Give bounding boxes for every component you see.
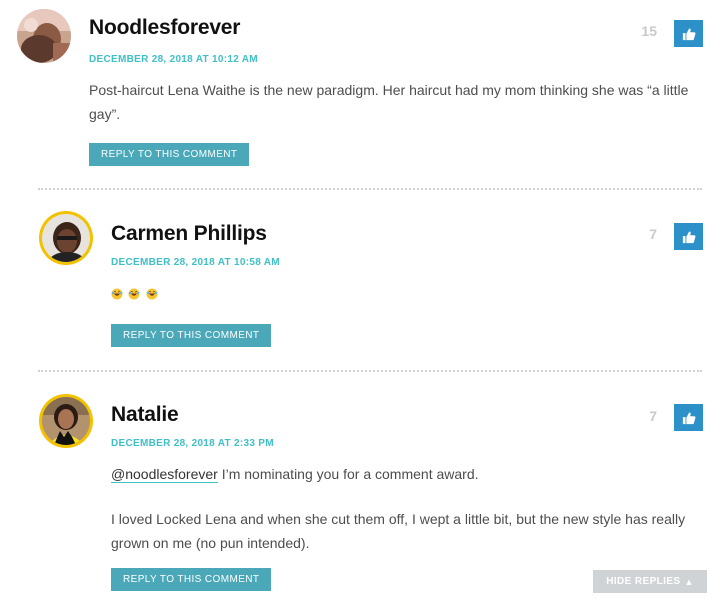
hide-replies-button[interactable]: Hide Replies ▲	[593, 570, 707, 593]
comment-author[interactable]: Natalie	[111, 403, 179, 427]
like-count: 7	[649, 408, 657, 424]
comment-body: @noodlesforever I’m nominating you for a…	[111, 462, 706, 563]
comment-noodlesforever: Noodlesforever December 28, 2018 at 10:1…	[0, 0, 721, 190]
avatar-image	[42, 397, 90, 445]
comment-paragraph: Post-haircut Lena Waithe is the new para…	[89, 82, 689, 122]
reply-button[interactable]: Reply to this comment	[111, 324, 272, 347]
laughing-emoji-icon	[146, 286, 160, 300]
emoji-row	[111, 281, 411, 305]
comment-carmen-phillips: Carmen Phillips December 28, 2018 at 10:…	[0, 190, 721, 370]
thumbs-up-icon	[682, 231, 695, 243]
avatar[interactable]	[39, 211, 93, 265]
comment-text: I’m nominating you for a comment award.	[217, 466, 479, 482]
comment-author[interactable]: Noodlesforever	[89, 16, 240, 40]
thumbs-up-icon	[682, 28, 695, 40]
laughing-emoji-icon	[111, 286, 128, 300]
mention-link[interactable]: @noodlesforever	[111, 466, 218, 483]
like-count: 7	[649, 226, 657, 242]
comment-paragraph: @noodlesforever I’m nominating you for a…	[111, 462, 706, 486]
comment-date[interactable]: December 28, 2018 at 2:33 PM	[111, 438, 274, 449]
avatar-image	[42, 214, 90, 262]
triangle-up-icon: ▲	[684, 576, 694, 587]
comment-paragraph: I loved Locked Lena and when she cut the…	[111, 511, 686, 551]
comment-body: Post-haircut Lena Waithe is the new para…	[89, 78, 689, 134]
reply-button[interactable]: Reply to this comment	[111, 568, 272, 591]
avatar[interactable]	[17, 9, 71, 63]
reply-button[interactable]: Reply to this comment	[89, 143, 250, 166]
like-count: 15	[641, 23, 657, 39]
comment-body	[111, 281, 411, 313]
comment-date[interactable]: December 28, 2018 at 10:58 AM	[111, 257, 280, 268]
like-button[interactable]	[674, 223, 703, 250]
comment-date[interactable]: December 28, 2018 at 10:12 AM	[89, 54, 258, 65]
hide-replies-label: Hide Replies	[606, 576, 681, 587]
avatar-image	[17, 9, 71, 63]
laughing-emoji-icon	[128, 286, 145, 300]
thumbs-up-icon	[682, 412, 695, 424]
avatar[interactable]	[39, 394, 93, 448]
like-button[interactable]	[674, 404, 703, 431]
like-button[interactable]	[674, 20, 703, 47]
comment-author[interactable]: Carmen Phillips	[111, 222, 267, 246]
